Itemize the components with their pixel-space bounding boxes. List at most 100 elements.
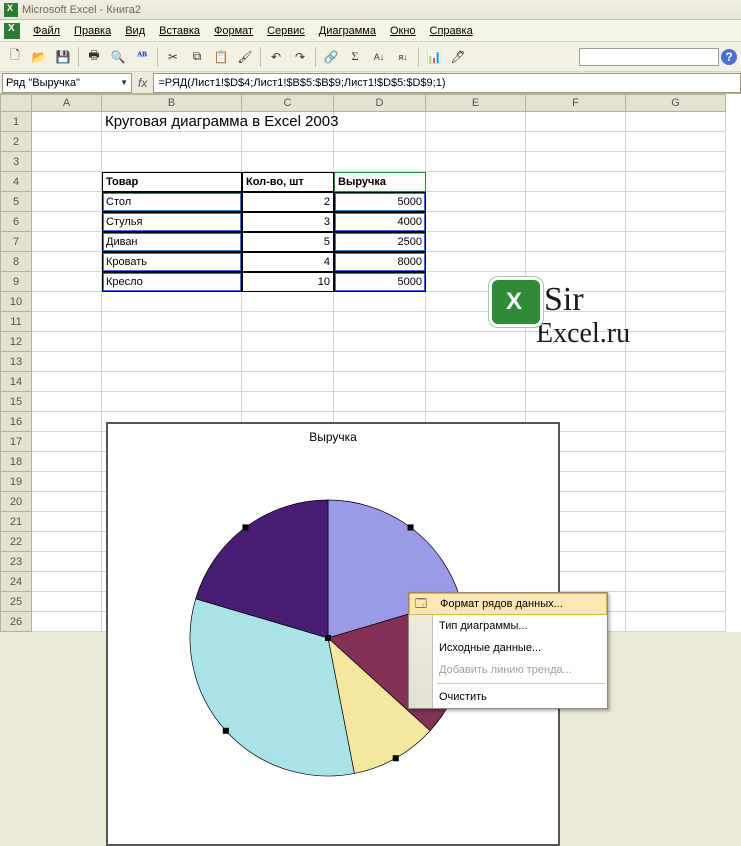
cell-F14[interactable]: [526, 372, 626, 392]
cell-G17[interactable]: [626, 432, 726, 452]
cell-B12[interactable]: [102, 332, 242, 352]
col-header[interactable]: C: [242, 94, 334, 112]
cell-A10[interactable]: [32, 292, 102, 312]
cell-G7[interactable]: [626, 232, 726, 252]
open-icon[interactable]: 📂: [28, 46, 50, 68]
col-header[interactable]: G: [626, 94, 726, 112]
cell-A26[interactable]: [32, 612, 102, 632]
cell-B8[interactable]: Кровать: [102, 252, 242, 272]
row-header[interactable]: 7: [0, 232, 32, 252]
cell-F15[interactable]: [526, 392, 626, 412]
save-icon[interactable]: 💾: [52, 46, 74, 68]
cell-A25[interactable]: [32, 592, 102, 612]
cell-F6[interactable]: [526, 212, 626, 232]
cell-D14[interactable]: [334, 372, 426, 392]
cell-F1[interactable]: [526, 112, 626, 132]
row-header[interactable]: 1: [0, 112, 32, 132]
cell-A3[interactable]: [32, 152, 102, 172]
row-header[interactable]: 20: [0, 492, 32, 512]
cell-B14[interactable]: [102, 372, 242, 392]
row-header[interactable]: 22: [0, 532, 32, 552]
menu-chart[interactable]: Диаграмма: [312, 23, 383, 39]
cell-F11[interactable]: [526, 312, 626, 332]
cell-C10[interactable]: [242, 292, 334, 312]
cell-C3[interactable]: [242, 152, 334, 172]
cell-A2[interactable]: [32, 132, 102, 152]
cell-D4[interactable]: Выручка: [334, 172, 426, 192]
cell-F4[interactable]: [526, 172, 626, 192]
cell-E4[interactable]: [426, 172, 526, 192]
cell-B7[interactable]: Диван: [102, 232, 242, 252]
cell-G9[interactable]: [626, 272, 726, 292]
cell-C4[interactable]: Кол-во, шт: [242, 172, 334, 192]
cell-A21[interactable]: [32, 512, 102, 532]
cell-A17[interactable]: [32, 432, 102, 452]
cell-C7[interactable]: 5: [242, 232, 334, 252]
cell-D5[interactable]: 5000: [334, 192, 426, 212]
cell-G2[interactable]: [626, 132, 726, 152]
cell-G25[interactable]: [626, 592, 726, 612]
selection-handle[interactable]: [393, 755, 399, 761]
cell-E12[interactable]: [426, 332, 526, 352]
menu-view[interactable]: Вид: [118, 23, 152, 39]
cell-C12[interactable]: [242, 332, 334, 352]
cell-C9[interactable]: 10: [242, 272, 334, 292]
cell-B9[interactable]: Кресло: [102, 272, 242, 292]
help-search[interactable]: [579, 48, 719, 66]
selection-handle[interactable]: [325, 635, 331, 641]
sort-asc-icon[interactable]: A↓: [368, 46, 390, 68]
row-header[interactable]: 2: [0, 132, 32, 152]
cell-D15[interactable]: [334, 392, 426, 412]
cell-F10[interactable]: [526, 292, 626, 312]
ctx-chart-type[interactable]: Тип диаграммы...: [409, 615, 607, 637]
cell-A4[interactable]: [32, 172, 102, 192]
cell-G20[interactable]: [626, 492, 726, 512]
cell-G3[interactable]: [626, 152, 726, 172]
cell-A15[interactable]: [32, 392, 102, 412]
cell-B15[interactable]: [102, 392, 242, 412]
cell-D11[interactable]: [334, 312, 426, 332]
cell-E7[interactable]: [426, 232, 526, 252]
cell-A14[interactable]: [32, 372, 102, 392]
cell-G11[interactable]: [626, 312, 726, 332]
menu-tools[interactable]: Сервис: [260, 23, 312, 39]
cell-A24[interactable]: [32, 572, 102, 592]
ctx-format-data-series[interactable]: 🗔 Формат рядов данных...: [409, 593, 607, 615]
cell-G23[interactable]: [626, 552, 726, 572]
row-header[interactable]: 19: [0, 472, 32, 492]
cell-A20[interactable]: [32, 492, 102, 512]
cell-B3[interactable]: [102, 152, 242, 172]
format-painter-icon[interactable]: 🖌: [234, 46, 256, 68]
cell-C2[interactable]: [242, 132, 334, 152]
cell-A8[interactable]: [32, 252, 102, 272]
sum-icon[interactable]: Σ: [344, 46, 366, 68]
cell-G10[interactable]: [626, 292, 726, 312]
selection-handle[interactable]: [408, 524, 414, 530]
cell-C8[interactable]: 4: [242, 252, 334, 272]
row-header[interactable]: 9: [0, 272, 32, 292]
cell-G21[interactable]: [626, 512, 726, 532]
row-header[interactable]: 10: [0, 292, 32, 312]
name-box[interactable]: Ряд "Выручка" ▼: [2, 73, 132, 93]
cell-C6[interactable]: 3: [242, 212, 334, 232]
undo-icon[interactable]: ↶: [265, 46, 287, 68]
ctx-clear[interactable]: Очистить: [409, 686, 607, 708]
cell-E2[interactable]: [426, 132, 526, 152]
cell-G12[interactable]: [626, 332, 726, 352]
menu-window[interactable]: Окно: [383, 23, 423, 39]
row-header[interactable]: 5: [0, 192, 32, 212]
row-header[interactable]: 14: [0, 372, 32, 392]
cell-G1[interactable]: [626, 112, 726, 132]
menu-help[interactable]: Справка: [423, 23, 480, 39]
cell-G14[interactable]: [626, 372, 726, 392]
cell-F12[interactable]: [526, 332, 626, 352]
cell-D8[interactable]: 8000: [334, 252, 426, 272]
preview-icon[interactable]: 🔍: [107, 46, 129, 68]
ctx-source-data[interactable]: Исходные данные...: [409, 637, 607, 659]
select-all-corner[interactable]: [0, 94, 32, 112]
cell-F5[interactable]: [526, 192, 626, 212]
row-header[interactable]: 12: [0, 332, 32, 352]
row-header[interactable]: 4: [0, 172, 32, 192]
cell-D12[interactable]: [334, 332, 426, 352]
cell-F7[interactable]: [526, 232, 626, 252]
